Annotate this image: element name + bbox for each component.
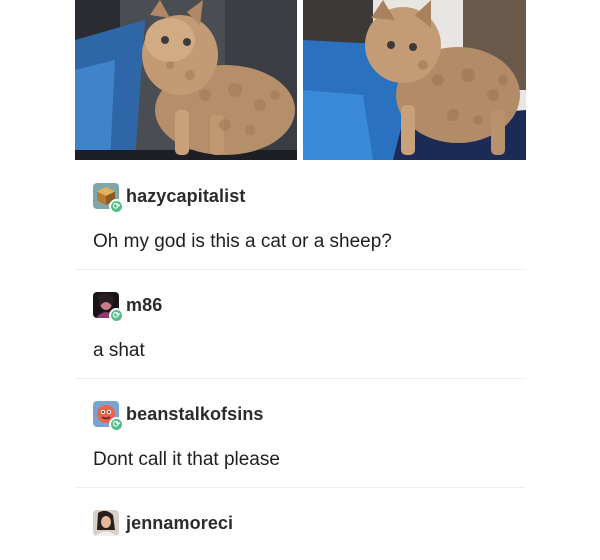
portrait-avatar-icon[interactable]: ⟳ [93, 292, 124, 323]
curly-cat-photo-left [75, 0, 297, 160]
reblog-entry: ⟳ hazycapitalist Oh my god is this a cat… [75, 171, 526, 270]
username[interactable]: m86 [126, 295, 162, 316]
cartoon-avatar-icon[interactable]: ⟳ [93, 401, 124, 432]
reblog-icon: ⟳ [109, 308, 124, 323]
username[interactable]: jennamoreci [126, 513, 233, 534]
user-line: ⟳ beanstalkofsins [93, 399, 264, 432]
cat-photos [75, 0, 526, 160]
post-text: Oh my god is this a cat or a sheep? [93, 231, 392, 252]
photo-avatar-icon[interactable] [93, 510, 119, 536]
cube-avatar-icon[interactable]: ⟳ [93, 183, 124, 214]
reblog-icon: ⟳ [109, 199, 124, 214]
post-text: Dont call it that please [93, 449, 280, 470]
reblog-entry: ⟳ beanstalkofsins Dont call it that plea… [75, 389, 526, 488]
user-line: ⟳ hazycapitalist [93, 181, 245, 214]
username[interactable]: hazycapitalist [126, 186, 245, 207]
user-line: ⟳ m86 [93, 290, 162, 323]
reblog-entry: jennamoreci [75, 498, 526, 560]
username[interactable]: beanstalkofsins [126, 404, 264, 425]
user-line: jennamoreci [93, 508, 233, 538]
curly-cat-photo-right [303, 0, 526, 160]
post-text: a shat [93, 340, 145, 361]
reblog-icon: ⟳ [109, 417, 124, 432]
reblog-entry: ⟳ m86 a shat [75, 280, 526, 379]
